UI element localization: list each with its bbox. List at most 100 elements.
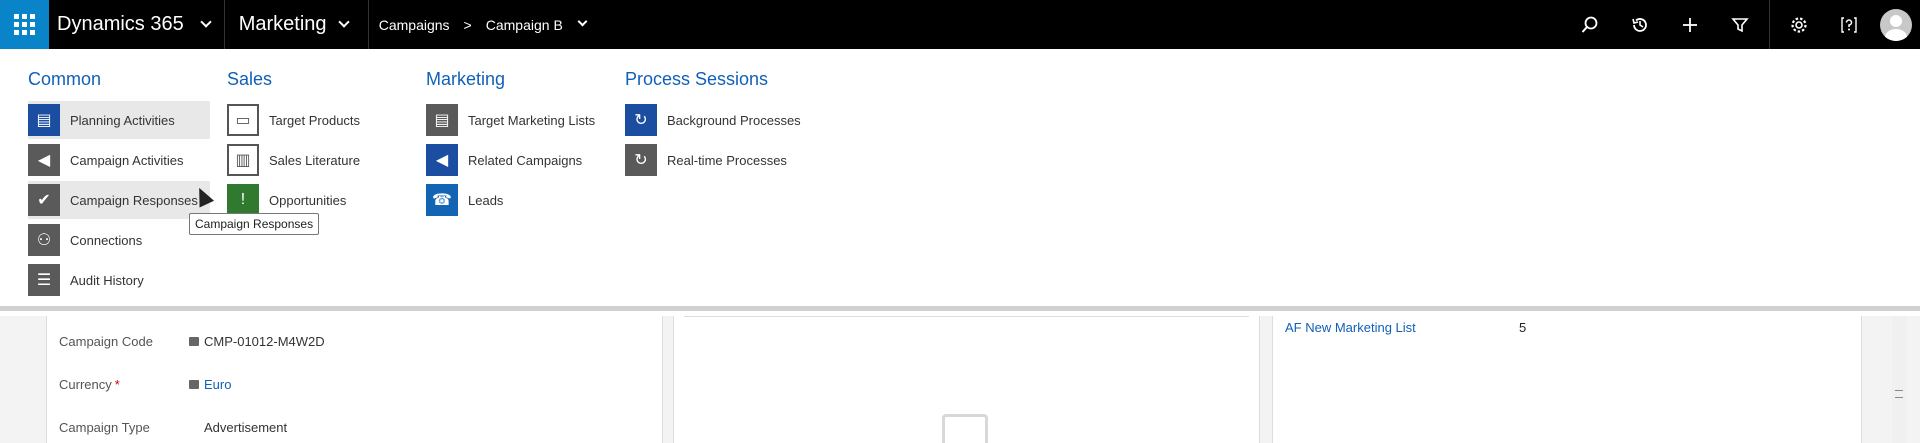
target-products-icon: ▭: [227, 104, 259, 136]
menu-item-campaign-activities[interactable]: ◀ Campaign Activities: [28, 141, 210, 179]
menu-item-label: Sales Literature: [269, 152, 361, 168]
opportunities-icon: !: [227, 184, 259, 216]
leads-icon: ☎: [426, 184, 458, 216]
search-button[interactable]: [1565, 0, 1615, 49]
field-label: Campaign Code: [59, 334, 153, 349]
menu-column-sales: Sales ▭ Target Products ▥ Sales Literatu…: [227, 63, 407, 221]
section-divider: [684, 316, 1249, 317]
menu-item-connections[interactable]: ⚇ Connections: [28, 221, 210, 259]
menu-item-label: Audit History: [70, 272, 144, 288]
lock-icon: [189, 380, 199, 389]
menu-item-label: Target Products: [269, 112, 361, 128]
menu-item-label: Opportunities: [269, 192, 347, 208]
breadcrumb-separator: >: [463, 16, 472, 33]
campaign-code-value: CMP-01012-M4W2D: [204, 334, 325, 349]
plus-icon: [1683, 17, 1697, 32]
campaign-type-field: Campaign Type Advertisement: [59, 420, 287, 435]
campaign-code-field: Campaign Code CMP-01012-M4W2D: [59, 334, 325, 349]
breadcrumb: Campaigns > Campaign B: [369, 16, 588, 33]
menu-item-background-processes[interactable]: ↻ Background Processes: [625, 101, 825, 139]
campaign-form: Campaign Code CMP-01012-M4W2D Currency * …: [0, 316, 1920, 443]
app-switcher[interactable]: Dynamics 365: [49, 0, 225, 49]
campaign-activities-icon: ◀: [28, 144, 60, 176]
menu-item-leads[interactable]: ☎ Leads: [426, 181, 616, 219]
field-label: Campaign Type: [59, 420, 150, 435]
related-campaigns-icon: ◀: [426, 144, 458, 176]
marketing-list-link[interactable]: AF New Marketing List: [1285, 320, 1519, 335]
target-marketing-lists-icon: ▤: [426, 104, 458, 136]
menu-item-label: Background Processes: [667, 112, 801, 128]
top-toolbar: [1565, 0, 1920, 49]
column-title: Marketing: [426, 69, 506, 89]
menu-item-label: Leads: [468, 192, 504, 208]
chevron-down-icon: [338, 15, 350, 28]
tooltip: Campaign Responses: [189, 213, 320, 235]
menu-column-marketing: Marketing ▤ Target Marketing Lists ◀ Rel…: [426, 63, 616, 221]
planning-activities-icon: ▤: [28, 104, 60, 136]
campaign-type-value[interactable]: Advertisement: [204, 420, 287, 435]
summary-section: Campaign Code CMP-01012-M4W2D Currency * …: [46, 316, 663, 443]
real-time-processes-icon: ↻: [625, 144, 657, 176]
settings-button[interactable]: [1774, 0, 1824, 49]
menu-item-planning-activities[interactable]: ▤ Planning Activities: [28, 101, 210, 139]
advanced-find-button[interactable]: [1715, 0, 1765, 49]
area-switcher[interactable]: Marketing: [225, 0, 369, 49]
menu-item-sales-literature[interactable]: ▥ Sales Literature: [227, 141, 407, 179]
menu-item-real-time-processes[interactable]: ↻ Real-time Processes: [625, 141, 825, 179]
field-label-wrapper: Currency *: [59, 377, 189, 392]
currency-link[interactable]: Euro: [204, 377, 231, 392]
menu-item-target-products[interactable]: ▭ Target Products: [227, 101, 407, 139]
currency-field: Currency * Euro: [59, 377, 231, 392]
menu-item-label: Campaign Activities: [70, 152, 184, 168]
related-menu-flyout: Common ▤ Planning Activities ◀ Campaign …: [0, 49, 1920, 311]
menu-item-label: Planning Activities: [70, 112, 175, 128]
app-name: Dynamics 365: [57, 13, 184, 35]
background-processes-icon: ↻: [625, 104, 657, 136]
top-nav-bar: Dynamics 365 Marketing Campaigns > Campa…: [0, 0, 1920, 49]
menu-column-process-sessions: Process Sessions ↻ Background Processes …: [625, 63, 825, 181]
marketing-lists-section: AF New Marketing List 5: [1272, 316, 1862, 443]
chevron-down-icon: [200, 15, 212, 28]
lock-icon: [189, 337, 199, 346]
menu-item-campaign-responses[interactable]: ✔ Campaign Responses: [28, 181, 210, 219]
filter-icon: [1731, 17, 1749, 32]
gear-icon: [1791, 16, 1807, 33]
menu-item-label: Related Campaigns: [468, 152, 583, 168]
column-title: Sales: [227, 69, 273, 89]
menu-item-related-campaigns[interactable]: ◀ Related Campaigns: [426, 141, 616, 179]
clipboard-icon: [942, 414, 988, 443]
menu-item-label: Target Marketing Lists: [468, 112, 596, 128]
menu-item-label: Connections: [70, 232, 143, 248]
menu-item-audit-history[interactable]: ☰ Audit History: [28, 261, 210, 299]
menu-column-common: Common ▤ Planning Activities ◀ Campaign …: [28, 63, 210, 301]
toolbar-divider: [1769, 0, 1770, 49]
quick-create-button[interactable]: [1665, 0, 1715, 49]
audit-history-icon: ☰: [28, 264, 60, 296]
column-title: Common: [28, 69, 102, 89]
history-icon: [1632, 17, 1647, 32]
sales-literature-icon: ▥: [227, 144, 259, 176]
help-button[interactable]: [1824, 0, 1874, 49]
chevron-down-icon[interactable]: [577, 16, 588, 27]
area-name: Marketing: [238, 13, 327, 35]
field-label: Currency: [59, 377, 112, 392]
search-icon: [1581, 16, 1598, 33]
campaign-responses-icon: ✔: [28, 184, 60, 216]
scrollbar[interactable]: [1892, 316, 1906, 443]
help-icon: [1841, 16, 1857, 33]
scrollbar-grip-icon: [1895, 390, 1903, 398]
breadcrumb-campaign-b[interactable]: Campaign B: [486, 17, 563, 33]
menu-item-label: Real-time Processes: [667, 152, 787, 168]
recent-button[interactable]: [1615, 0, 1665, 49]
menu-item-target-marketing-lists[interactable]: ▤ Target Marketing Lists: [426, 101, 616, 139]
breadcrumb-campaigns[interactable]: Campaigns: [379, 17, 450, 33]
app-launcher-button[interactable]: [0, 0, 49, 49]
waffle-icon: [14, 14, 35, 35]
user-avatar[interactable]: [1880, 8, 1912, 41]
required-marker: *: [114, 377, 120, 392]
marketing-list-count: 5: [1519, 320, 1527, 335]
connections-icon: ⚇: [28, 224, 60, 256]
menu-item-label: Campaign Responses: [70, 192, 198, 208]
column-title: Process Sessions: [625, 69, 769, 89]
list-item: AF New Marketing List 5: [1285, 320, 1545, 335]
